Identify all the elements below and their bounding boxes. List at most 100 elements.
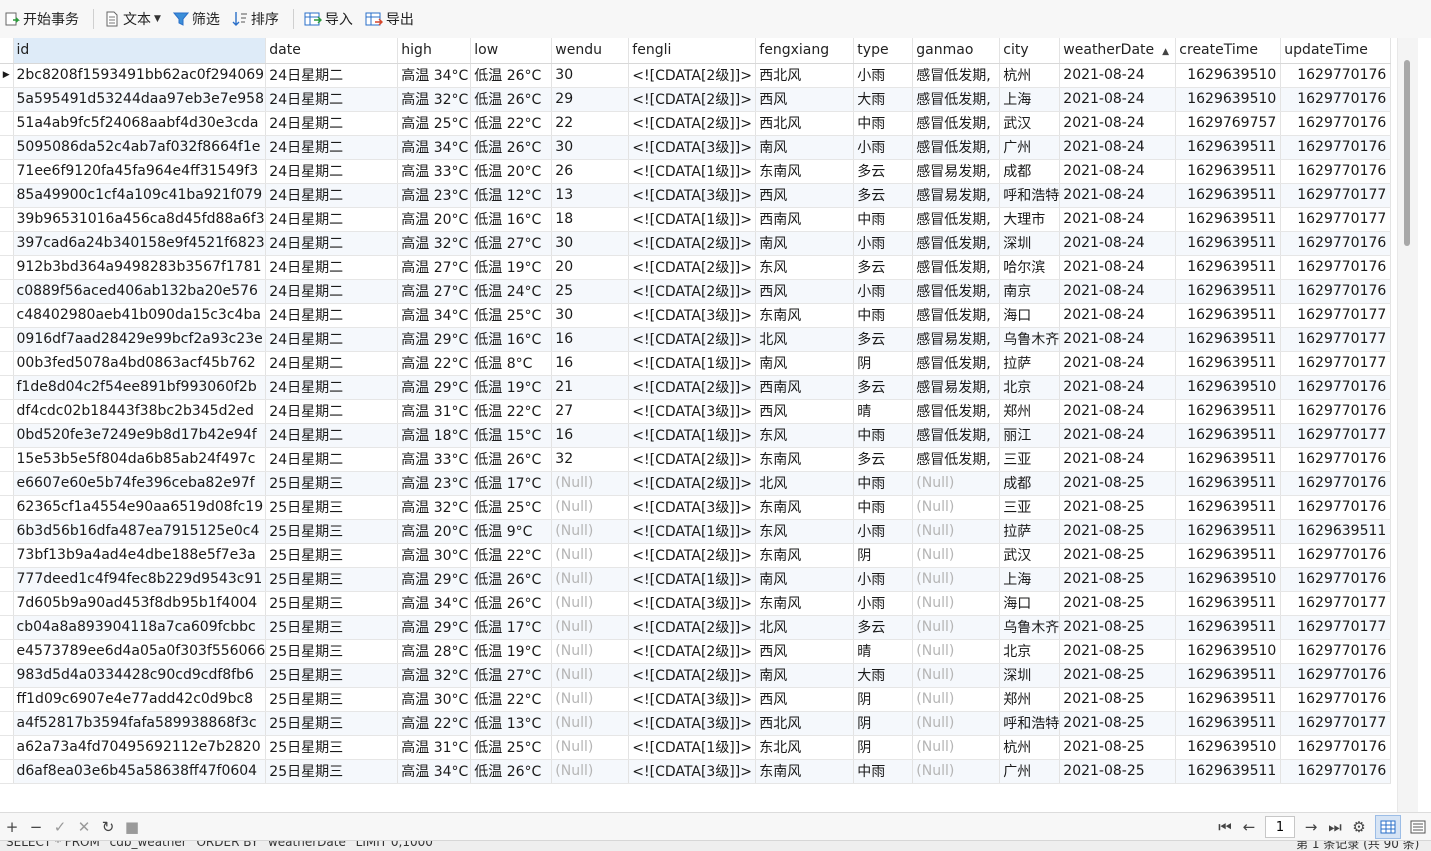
cell-updatetime[interactable]: 1629770177: [1280, 615, 1392, 640]
cell-low[interactable]: 低温 22°C: [470, 687, 553, 712]
cell-createtime[interactable]: 1629639511: [1175, 327, 1282, 352]
cell-id[interactable]: d6af8ea03e6b45a58638ff47f0604: [13, 759, 267, 784]
cell-updatetime[interactable]: 1629770176: [1280, 279, 1392, 304]
cell-date[interactable]: 24日星期二: [265, 351, 399, 376]
cell-city[interactable]: 深圳: [999, 663, 1061, 688]
row-marker[interactable]: [0, 399, 14, 424]
cell-wendu[interactable]: (Null): [551, 543, 630, 568]
row-marker[interactable]: [0, 351, 14, 376]
cell-id[interactable]: a62a73a4fd70495692112e7b2820: [13, 735, 267, 760]
cell-type[interactable]: 中雨: [853, 495, 914, 520]
cell-type[interactable]: 阴: [853, 687, 914, 712]
cell-weatherdate[interactable]: 2021-08-24: [1059, 63, 1177, 88]
cell-high[interactable]: 高温 32°C: [397, 663, 472, 688]
table-row[interactable]: 15e53b5e5f804da6b85ab24f497c 24日星期二 高温 33°…: [0, 447, 1392, 472]
cell-ganmao[interactable]: 感冒低发期,: [912, 63, 1001, 88]
cell-type[interactable]: 中雨: [853, 471, 914, 496]
cell-type[interactable]: 小雨: [853, 591, 914, 616]
cell-type[interactable]: 多云: [853, 375, 914, 400]
cell-city[interactable]: 成都: [999, 159, 1061, 184]
cell-fengxiang[interactable]: 南风: [755, 135, 855, 160]
table-row[interactable]: 983d5d4a0334428c90cd9cdf8fb6 25日星期三 高温 32°…: [0, 663, 1392, 688]
cell-ganmao[interactable]: 感冒低发期,: [912, 279, 1001, 304]
cell-createtime[interactable]: 1629639511: [1175, 615, 1282, 640]
cell-fengli[interactable]: <![CDATA[2级]]>: [628, 639, 757, 664]
cell-date[interactable]: 25日星期三: [265, 687, 399, 712]
column-header-id[interactable]: id: [13, 38, 267, 64]
cell-id[interactable]: 71ee6f9120fa45fa964e4ff31549f3: [13, 159, 267, 184]
cell-ganmao[interactable]: (Null): [912, 759, 1001, 784]
cell-city[interactable]: 成都: [999, 471, 1061, 496]
cell-wendu[interactable]: 13: [551, 183, 630, 208]
cell-updatetime[interactable]: 1629770176: [1280, 687, 1392, 712]
table-row[interactable]: f1de8d04c2f54ee891bf993060f2b 24日星期二 高温 29…: [0, 375, 1392, 400]
cell-wendu[interactable]: (Null): [551, 735, 630, 760]
cell-fengxiang[interactable]: 东风: [755, 423, 855, 448]
previous-page-button[interactable]: ←: [1237, 815, 1261, 839]
cell-wendu[interactable]: 30: [551, 135, 630, 160]
cell-date[interactable]: 24日星期二: [265, 63, 399, 88]
cell-createtime[interactable]: 1629639511: [1175, 399, 1282, 424]
row-marker[interactable]: [0, 735, 14, 760]
cell-ganmao[interactable]: (Null): [912, 663, 1001, 688]
table-row[interactable]: a4f52817b3594fafa589938868f3c 25日星期三 高温 22…: [0, 711, 1392, 736]
cell-type[interactable]: 中雨: [853, 423, 914, 448]
cell-type[interactable]: 阴: [853, 543, 914, 568]
cell-date[interactable]: 24日星期二: [265, 111, 399, 136]
cell-low[interactable]: 低温 8°C: [470, 351, 553, 376]
cell-id[interactable]: cb04a8a893904118a7ca609fcbbc: [13, 615, 267, 640]
add-record-button[interactable]: +: [0, 815, 24, 839]
cell-city[interactable]: 拉萨: [999, 351, 1061, 376]
row-marker[interactable]: [0, 423, 14, 448]
cell-fengxiang[interactable]: 东风: [755, 519, 855, 544]
cell-weatherdate[interactable]: 2021-08-25: [1059, 591, 1177, 616]
table-row[interactable]: 6b3d56b16dfa487ea7915125e0c4 25日星期三 高温 20°…: [0, 519, 1392, 544]
cell-fengli[interactable]: <![CDATA[3级]]>: [628, 759, 757, 784]
row-marker[interactable]: [0, 183, 14, 208]
cell-createtime[interactable]: 1629639511: [1175, 663, 1282, 688]
cell-fengli[interactable]: <![CDATA[2级]]>: [628, 327, 757, 352]
row-marker[interactable]: [0, 279, 14, 304]
cell-date[interactable]: 24日星期二: [265, 303, 399, 328]
cell-high[interactable]: 高温 32°C: [397, 231, 472, 256]
cell-type[interactable]: 小雨: [853, 567, 914, 592]
cell-id[interactable]: e6607e60e5b74fe396ceba82e97f: [13, 471, 267, 496]
data-grid[interactable]: id date high low wendu fengli fengxiang …: [0, 38, 1397, 812]
table-row[interactable]: a62a73a4fd70495692112e7b2820 25日星期三 高温 31°…: [0, 735, 1392, 760]
table-row[interactable]: cb04a8a893904118a7ca609fcbbc 25日星期三 高温 29°…: [0, 615, 1392, 640]
column-header-fengli[interactable]: fengli: [628, 38, 757, 64]
cell-city[interactable]: 北京: [999, 639, 1061, 664]
cell-high[interactable]: 高温 25°C: [397, 111, 472, 136]
table-row[interactable]: ▶ 2bc8208f1593491bb62ac0f294069 24日星期二 高温 3…: [0, 63, 1392, 88]
cell-updatetime[interactable]: 1629770176: [1280, 471, 1392, 496]
table-row[interactable]: 62365cf1a4554e90aa6519d08fc19 25日星期三 高温 32…: [0, 495, 1392, 520]
cell-id[interactable]: ff1d09c6907e4e77add42c0d9bc8: [13, 687, 267, 712]
cell-date[interactable]: 24日星期二: [265, 159, 399, 184]
cell-weatherdate[interactable]: 2021-08-24: [1059, 231, 1177, 256]
cell-id[interactable]: 73bf13b9a4ad4e4dbe188e5f7e3a: [13, 543, 267, 568]
cell-wendu[interactable]: (Null): [551, 639, 630, 664]
cell-wendu[interactable]: (Null): [551, 519, 630, 544]
cell-date[interactable]: 24日星期二: [265, 87, 399, 112]
cell-wendu[interactable]: (Null): [551, 471, 630, 496]
cell-ganmao[interactable]: (Null): [912, 639, 1001, 664]
cell-createtime[interactable]: 1629639511: [1175, 687, 1282, 712]
cell-date[interactable]: 24日星期二: [265, 255, 399, 280]
cell-wendu[interactable]: (Null): [551, 591, 630, 616]
cell-updatetime[interactable]: 1629770176: [1280, 63, 1392, 88]
cell-fengli[interactable]: <![CDATA[2级]]>: [628, 615, 757, 640]
cell-city[interactable]: 呼和浩特: [999, 183, 1061, 208]
cell-low[interactable]: 低温 26°C: [470, 63, 553, 88]
row-marker[interactable]: [0, 447, 14, 472]
cell-city[interactable]: 北京: [999, 375, 1061, 400]
settings-button[interactable]: ⚙: [1347, 815, 1371, 839]
cell-wendu[interactable]: 16: [551, 351, 630, 376]
cell-fengli[interactable]: <![CDATA[3级]]>: [628, 399, 757, 424]
table-row[interactable]: e6607e60e5b74fe396ceba82e97f 25日星期三 高温 23°…: [0, 471, 1392, 496]
cell-fengxiang[interactable]: 东南风: [755, 159, 855, 184]
cell-createtime[interactable]: 1629639511: [1175, 471, 1282, 496]
cell-ganmao[interactable]: 感冒低发期,: [912, 423, 1001, 448]
cell-updatetime[interactable]: 1629770176: [1280, 567, 1392, 592]
table-row[interactable]: c48402980aeb41b090da15c3c4ba 24日星期二 高温 34°…: [0, 303, 1392, 328]
cell-wendu[interactable]: 25: [551, 279, 630, 304]
